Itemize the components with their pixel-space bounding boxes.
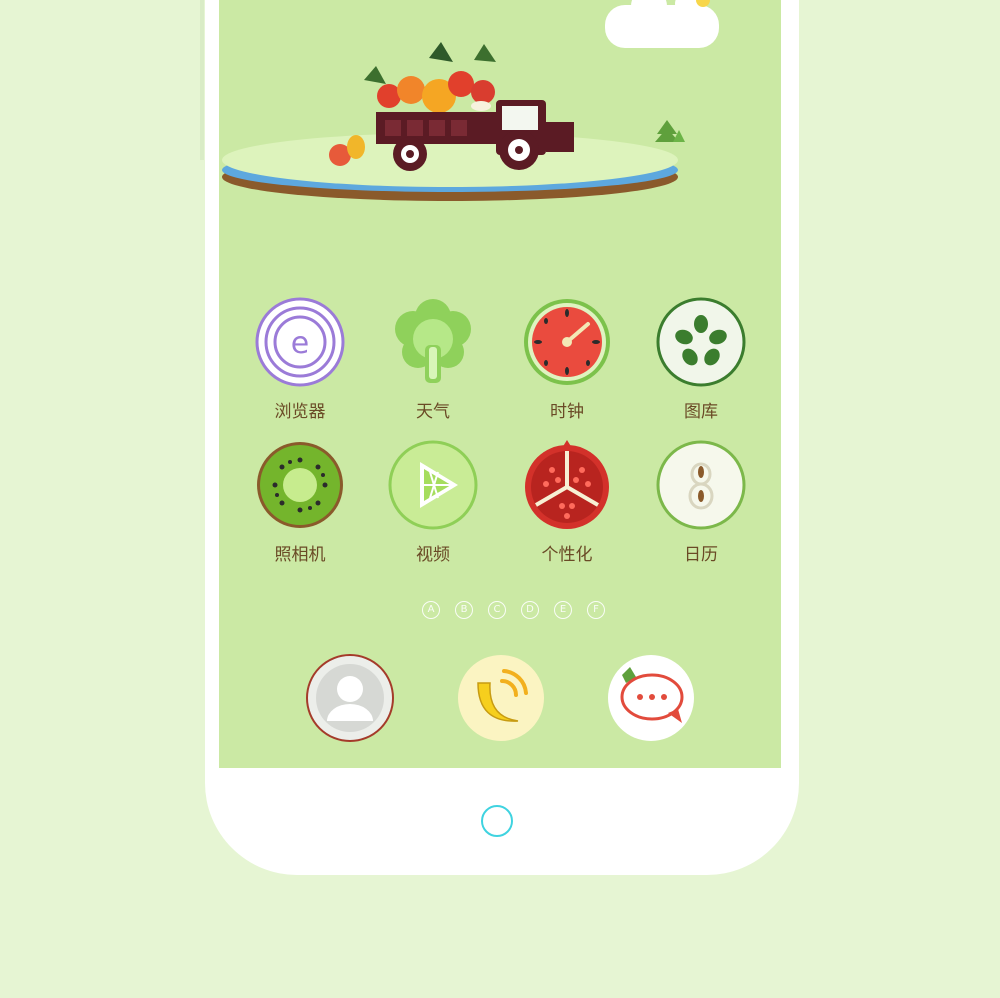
app-clock[interactable]: 时钟 <box>512 297 622 422</box>
watermelon-clock-icon <box>524 299 610 385</box>
app-weather[interactable]: 天气 <box>378 297 488 422</box>
app-label: 视频 <box>416 545 450 565</box>
app-label: 图库 <box>684 402 718 422</box>
app-label: 天气 <box>416 402 450 422</box>
page-dot[interactable]: B <box>455 601 473 619</box>
app-themes[interactable]: 个性化 <box>512 440 622 565</box>
lime-video-icon <box>388 440 478 530</box>
broccoli-weather-icon <box>395 299 471 383</box>
contacts-icon[interactable] <box>305 653 395 743</box>
cloud-icon <box>605 0 719 48</box>
pear-calendar-icon <box>656 440 746 530</box>
banana-phone-icon[interactable] <box>456 653 546 743</box>
pomegranate-theme-icon <box>525 440 609 529</box>
app-label: 照相机 <box>274 545 326 565</box>
home-screen: e 浏览器 天气 时钟 图库 照相机 视频 个性化 日历 A B C D E F <box>219 0 781 768</box>
farm-truck-illustration <box>222 0 719 201</box>
page-dot[interactable]: F <box>587 601 605 619</box>
page-indicator: A B C D E F <box>419 601 619 621</box>
app-label: 浏览器 <box>274 402 326 422</box>
app-camera[interactable]: 照相机 <box>245 440 355 565</box>
app-browser[interactable]: e 浏览器 <box>245 297 355 422</box>
phone-side-edge <box>200 0 204 160</box>
home-button[interactable] <box>481 805 513 837</box>
vegetables-cargo <box>364 42 496 113</box>
onion-browser-icon: e <box>255 297 345 387</box>
cucumber-gallery-icon <box>656 297 746 387</box>
page-dot[interactable]: C <box>488 601 506 619</box>
app-label: 个性化 <box>541 545 593 565</box>
messages-icon[interactable] <box>606 653 696 743</box>
app-label: 时钟 <box>550 402 584 422</box>
page-dot[interactable]: D <box>521 601 539 619</box>
tree-icon <box>655 120 685 142</box>
app-calendar[interactable]: 日历 <box>646 440 756 565</box>
app-label: 日历 <box>684 545 718 565</box>
svg-text:e: e <box>291 326 309 361</box>
page-dot[interactable]: E <box>554 601 572 619</box>
kiwi-camera-icon <box>257 442 343 528</box>
page-dot[interactable]: A <box>422 601 440 619</box>
app-gallery[interactable]: 图库 <box>646 297 756 422</box>
app-video[interactable]: 视频 <box>378 440 488 565</box>
